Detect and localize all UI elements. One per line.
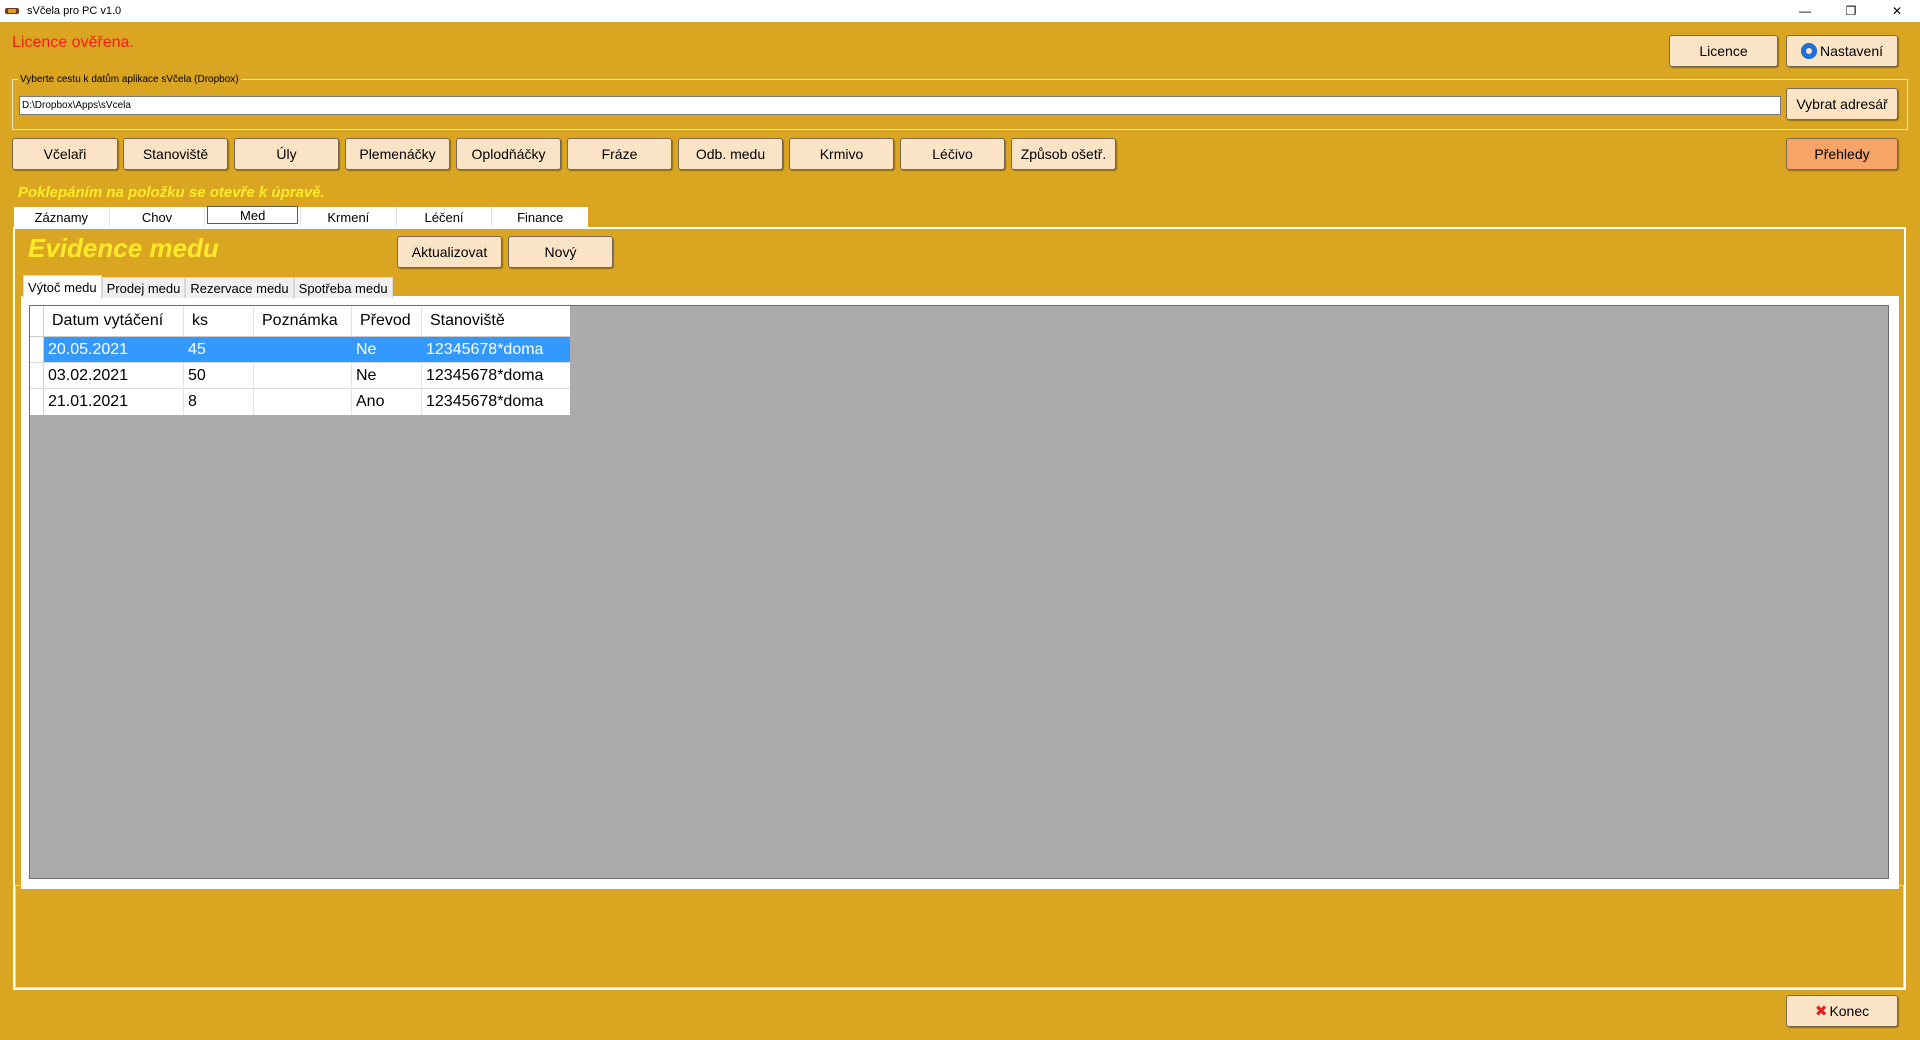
- nav-button-label: Způsob ošetř.: [1020, 146, 1107, 162]
- tab-label: Výtoč medu: [28, 279, 97, 295]
- refresh-button[interactable]: Aktualizovat: [397, 236, 502, 268]
- tab-leceni[interactable]: Léčení: [397, 207, 493, 227]
- tab-label: Spotřeba medu: [298, 280, 388, 296]
- tab-chov[interactable]: Chov: [110, 207, 206, 227]
- bee-icon: [5, 7, 19, 15]
- table-cell[interactable]: [254, 389, 352, 415]
- tab-label: Finance: [517, 209, 564, 225]
- settings-button[interactable]: Nastavení: [1786, 35, 1898, 67]
- table-row[interactable]: 03.02.2021 50 Ne 12345678*doma: [30, 363, 570, 389]
- nav-button-label: Fráze: [601, 146, 638, 162]
- minimize-icon[interactable]: —: [1782, 0, 1828, 22]
- nav-button-plemenacky[interactable]: Plemenáčky: [345, 138, 450, 170]
- exit-button-label: Konec: [1829, 1003, 1870, 1019]
- table-row[interactable]: 20.05.2021 45 Ne 12345678*doma: [30, 337, 570, 363]
- row-header[interactable]: [30, 389, 44, 415]
- nav-button-label: Léčivo: [932, 146, 973, 162]
- section-title: Evidence medu: [28, 233, 219, 263]
- table-cell[interactable]: 12345678*doma: [422, 389, 570, 415]
- tab-spotreba-medu[interactable]: Spotřeba medu: [293, 277, 393, 298]
- exit-button[interactable]: ✖ Konec: [1786, 995, 1898, 1027]
- tab-label: Léčení: [424, 209, 464, 225]
- tab-krmeni[interactable]: Krmení: [301, 207, 397, 227]
- table-cell[interactable]: Ne: [352, 363, 422, 388]
- window-title: sVčela pro PC v1.0: [27, 5, 122, 17]
- licence-button[interactable]: Licence: [1669, 35, 1778, 67]
- nav-button-krmivo[interactable]: Krmivo: [789, 138, 894, 170]
- licence-button-label: Licence: [1699, 43, 1748, 59]
- table-cell[interactable]: Ne: [352, 337, 422, 362]
- choose-directory-button[interactable]: Vybrat adresář: [1786, 88, 1898, 120]
- nav-button-label: Plemenáčky: [359, 146, 436, 162]
- table-cell[interactable]: 12345678*doma: [422, 363, 570, 388]
- path-groupbox-label: Vyberte cestu k datům aplikace sVčela (D…: [18, 74, 241, 85]
- tab-label: Krmení: [327, 209, 370, 225]
- nav-button-zpusob-osetreni[interactable]: Způsob ošetř.: [1011, 138, 1116, 170]
- tab-label: Chov: [141, 209, 173, 225]
- title-bar: sVčela pro PC v1.0 — ❐ ✕: [0, 0, 1920, 22]
- table-cell[interactable]: 20.05.2021: [44, 337, 184, 362]
- top-tabs: Záznamy Chov Med Krmení Léčení Finance: [14, 206, 588, 227]
- tab-rezervace-medu[interactable]: Rezervace medu: [185, 277, 294, 298]
- column-header[interactable]: ks: [184, 306, 254, 336]
- table-cell[interactable]: [254, 363, 352, 388]
- restore-icon[interactable]: ❐: [1828, 0, 1874, 22]
- license-status: Licence ověřena.: [12, 34, 134, 51]
- nav-button-fraze[interactable]: Fráze: [567, 138, 672, 170]
- settings-button-label: Nastavení: [1819, 43, 1884, 59]
- close-x-icon: ✖: [1814, 1003, 1828, 1020]
- row-header[interactable]: [30, 337, 44, 362]
- nav-button-label: Oplodňáčky: [471, 146, 546, 162]
- nav-button-label: Odb. medu: [695, 146, 766, 162]
- inner-tabs: Výtoč medu Prodej medu Rezervace medu Sp…: [23, 275, 393, 298]
- honey-table: Datum vytáčení ks Poznámka Převod Stanov…: [30, 306, 570, 415]
- new-button-label: Nový: [544, 244, 577, 260]
- row-header[interactable]: [30, 363, 44, 388]
- column-header[interactable]: Stanoviště: [422, 306, 570, 336]
- overview-button[interactable]: Přehledy: [1786, 138, 1898, 170]
- table-cell[interactable]: Ano: [352, 389, 422, 415]
- table-cell[interactable]: 21.01.2021: [44, 389, 184, 415]
- nav-button-label: Úly: [276, 146, 297, 162]
- nav-button-label: Krmivo: [819, 146, 864, 162]
- tab-label: Záznamy: [34, 209, 89, 225]
- table-cell[interactable]: 12345678*doma: [422, 337, 570, 362]
- new-button[interactable]: Nový: [508, 236, 613, 268]
- path-input[interactable]: D:\Dropbox\Apps\sVcela: [19, 96, 1781, 115]
- nav-button-lecivo[interactable]: Léčivo: [900, 138, 1005, 170]
- tab-label: Rezervace medu: [190, 280, 289, 296]
- table-cell[interactable]: 50: [184, 363, 254, 388]
- tab-label: Med: [207, 206, 299, 224]
- nav-button-oplodnacky[interactable]: Oplodňáčky: [456, 138, 561, 170]
- nav-button-label: Stanoviště: [142, 146, 209, 162]
- tab-zaznamy[interactable]: Záznamy: [14, 207, 110, 227]
- gear-icon: [1800, 43, 1817, 59]
- column-header[interactable]: Datum vytáčení: [44, 306, 184, 336]
- table-header: Datum vytáčení ks Poznámka Převod Stanov…: [30, 306, 570, 337]
- edit-hint: Poklepáním na položku se otevře k úpravě…: [18, 184, 325, 201]
- nav-button-label: Včelaři: [43, 146, 87, 162]
- window-controls: — ❐ ✕: [1782, 0, 1920, 22]
- close-icon[interactable]: ✕: [1874, 0, 1920, 22]
- column-header[interactable]: Převod: [352, 306, 422, 336]
- table-row[interactable]: 21.01.2021 8 Ano 12345678*doma: [30, 389, 570, 415]
- tab-prodej-medu[interactable]: Prodej medu: [101, 277, 186, 298]
- choose-directory-label: Vybrat adresář: [1796, 96, 1888, 112]
- table-cell[interactable]: 03.02.2021: [44, 363, 184, 388]
- tab-vytoc-medu[interactable]: Výtoč medu: [23, 275, 102, 298]
- refresh-button-label: Aktualizovat: [411, 244, 488, 260]
- nav-button-stanoviste[interactable]: Stanoviště: [123, 138, 228, 170]
- table-cell[interactable]: [254, 337, 352, 362]
- table-cell[interactable]: 45: [184, 337, 254, 362]
- table-cell[interactable]: 8: [184, 389, 254, 415]
- row-header-corner: [30, 306, 44, 336]
- nav-button-uly[interactable]: Úly: [234, 138, 339, 170]
- tab-label: Prodej medu: [106, 280, 181, 296]
- column-header[interactable]: Poznámka: [254, 306, 352, 336]
- tab-med[interactable]: Med: [205, 206, 302, 227]
- nav-button-odb-medu[interactable]: Odb. medu: [678, 138, 783, 170]
- nav-button-vcelari[interactable]: Včelaři: [12, 138, 118, 170]
- tab-finance[interactable]: Finance: [492, 207, 588, 227]
- overview-button-label: Přehledy: [1814, 146, 1870, 162]
